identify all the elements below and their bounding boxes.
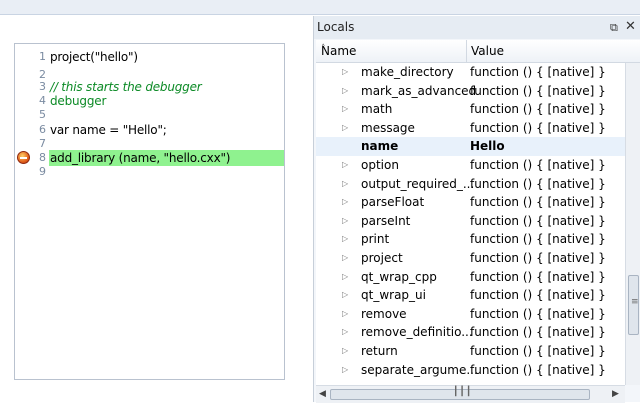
expand-arrow-icon[interactable]: ▷ <box>342 100 348 119</box>
variable-name: option <box>361 158 399 172</box>
script-editor[interactable]: 1 project("hello") 2 3 // this starts th… <box>14 43 285 380</box>
table-row[interactable]: ▷ project function () { [native] } <box>316 249 625 268</box>
variable-name: remove_definitio... <box>361 325 473 340</box>
expand-arrow-icon[interactable]: ▷ <box>342 286 348 305</box>
variable-value: function () { [native] } <box>470 325 606 340</box>
variable-value: function () { [native] } <box>470 176 606 191</box>
code-text: project("hello") <box>50 50 138 64</box>
float-icon[interactable]: ⧉ <box>610 21 618 35</box>
table-row[interactable]: ▷ print function () { [native] } <box>316 230 625 249</box>
variable-value: function () { [native] } <box>470 213 606 228</box>
expand-arrow-icon[interactable]: ▷ <box>342 212 348 231</box>
expand-arrow-icon[interactable]: ▷ <box>342 63 348 82</box>
variable-value: function () { [native] } <box>470 306 606 321</box>
variable-name: math <box>361 102 393 117</box>
horizontal-scrollbar[interactable]: ◀ ┃┃┃ ▶ <box>316 385 625 403</box>
locals-panel: Locals ⧉ ✕ Name ˄ Value ▷ make_directory… <box>313 16 640 403</box>
expand-arrow-icon[interactable]: ▷ <box>342 342 348 361</box>
close-icon[interactable]: ✕ <box>625 19 636 34</box>
expand-arrow-icon[interactable]: ▷ <box>342 193 348 212</box>
variable-value: function () { [native] } <box>470 232 606 247</box>
column-header-name[interactable]: Name ˄ <box>316 40 467 62</box>
grip-icon: ┃┃┃ <box>453 387 473 397</box>
scroll-right-icon[interactable]: ▶ <box>612 389 619 399</box>
variable-name: qt_wrap_ui <box>361 288 426 303</box>
variable-value: function () { [native] } <box>470 158 606 172</box>
variable-name: parseFloat <box>361 195 425 210</box>
table-row[interactable]: ▷ separate_argume... function () { [nati… <box>316 361 625 380</box>
variable-name: qt_wrap_cpp <box>361 269 437 284</box>
variable-name: mark_as_advanced <box>361 83 477 98</box>
variable-value: function () { [native] } <box>470 102 606 117</box>
table-row-selected[interactable]: name Hello <box>316 137 625 156</box>
table-row[interactable]: ▷ qt_wrap_ui function () { [native] } <box>316 286 625 305</box>
code-line: 1 project("hello") <box>15 48 284 66</box>
line-number: 9 <box>39 165 46 178</box>
table-row[interactable]: ▷ remove function () { [native] } <box>316 305 625 324</box>
variable-name: name <box>361 139 399 154</box>
variable-name: return <box>361 344 398 358</box>
table-row[interactable]: ▷ return function () { [native] } <box>316 342 625 361</box>
variable-name: output_required_... <box>361 176 475 191</box>
locals-title: Locals <box>317 20 355 34</box>
variable-value: function () { [native] } <box>470 344 606 358</box>
line-number: 1 <box>39 50 46 63</box>
variable-name: remove <box>361 306 407 321</box>
variable-value: function () { [native] } <box>470 269 606 284</box>
table-row[interactable]: ▷ output_required_... function () { [nat… <box>316 175 625 194</box>
code-line: 9 <box>15 163 284 181</box>
variable-value: function () { [native] } <box>470 83 606 98</box>
sort-ascending-icon: ˄ <box>321 44 326 54</box>
vertical-scrollbar-thumb[interactable]: ≡ <box>628 275 639 335</box>
variable-name: project <box>361 251 403 265</box>
variable-name: message <box>361 120 415 135</box>
column-header-value[interactable]: Value <box>467 40 627 62</box>
expand-arrow-icon[interactable]: ▷ <box>342 82 348 101</box>
expand-arrow-icon[interactable]: ▷ <box>342 323 348 342</box>
variable-value: function () { [native] } <box>470 362 606 377</box>
variable-name: print <box>361 232 390 247</box>
expand-arrow-icon[interactable]: ▷ <box>342 175 348 194</box>
expand-arrow-icon[interactable]: ▷ <box>342 361 348 380</box>
expand-arrow-icon[interactable]: ▷ <box>342 119 348 138</box>
expand-arrow-icon[interactable]: ▷ <box>342 156 348 175</box>
variable-name: separate_argume... <box>361 362 478 377</box>
column-header-name-label: Name <box>321 44 357 58</box>
variable-value: function () { [native] } <box>470 195 606 210</box>
table-row[interactable]: ▷ message function () { [native] } <box>316 119 625 138</box>
variable-value: function () { [native] } <box>470 65 606 79</box>
variable-value: function () { [native] } <box>470 120 606 135</box>
column-header-value-label: Value <box>471 44 504 58</box>
expand-arrow-icon[interactable]: ▷ <box>342 268 348 287</box>
locals-table-body: ▷ make_directory function () { [native] … <box>316 63 625 385</box>
locals-title-bar: Locals ⧉ ✕ <box>314 16 640 39</box>
table-row[interactable]: ▷ remove_definitio... function () { [nat… <box>316 323 625 342</box>
table-row[interactable]: ▷ parseInt function () { [native] } <box>316 212 625 231</box>
horizontal-scrollbar-thumb[interactable]: ┃┃┃ <box>330 387 590 400</box>
table-row[interactable]: ▷ qt_wrap_cpp function () { [native] } <box>316 268 625 287</box>
table-row[interactable]: ▷ mark_as_advanced function () { [native… <box>316 82 625 101</box>
scroll-left-icon[interactable]: ◀ <box>319 389 326 399</box>
variable-value: Hello <box>470 139 505 154</box>
variable-value: function () { [native] } <box>470 251 606 265</box>
locals-table-header: Name ˄ Value <box>316 40 640 63</box>
table-row[interactable]: ▷ option function () { [native] } <box>316 156 625 175</box>
variable-name: make_directory <box>361 65 454 79</box>
expand-arrow-icon[interactable]: ▷ <box>342 305 348 324</box>
table-row[interactable]: ▷ make_directory function () { [native] … <box>316 63 625 82</box>
expand-arrow-icon[interactable]: ▷ <box>342 249 348 268</box>
grip-icon: ≡ <box>631 297 639 307</box>
vertical-scrollbar[interactable]: ≡ <box>625 63 640 385</box>
expand-arrow-icon[interactable]: ▷ <box>342 230 348 249</box>
variable-name: parseInt <box>361 213 411 228</box>
window-top-strip <box>0 0 640 15</box>
table-row[interactable]: ▷ parseFloat function () { [native] } <box>316 193 625 212</box>
variable-value: function () { [native] } <box>470 288 606 303</box>
table-row[interactable]: ▷ math function () { [native] } <box>316 100 625 119</box>
